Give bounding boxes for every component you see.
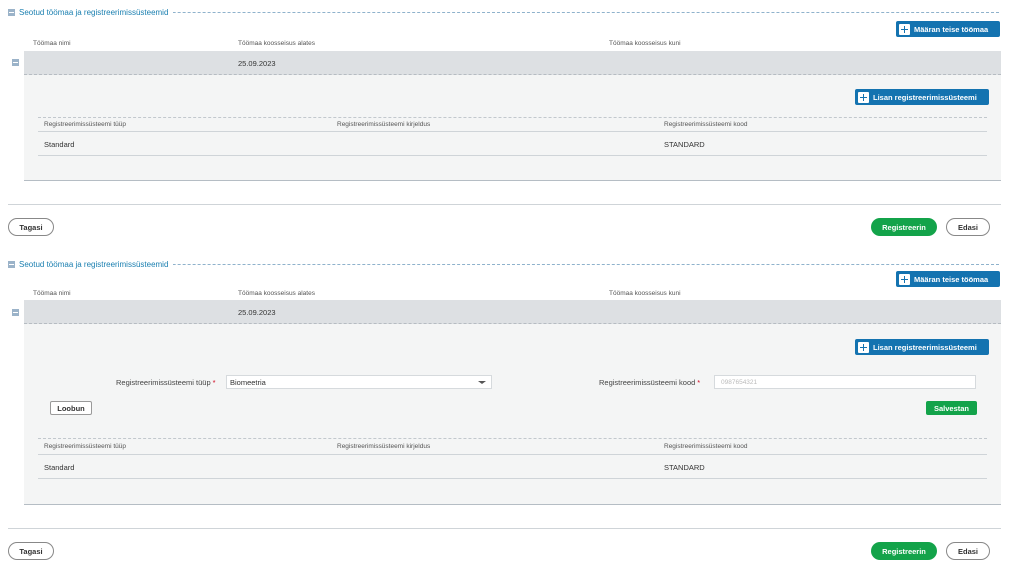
section-title: Seotud töömaa ja registreerimissüsteemid bbox=[19, 7, 169, 17]
sub-table-top-border bbox=[38, 438, 987, 439]
next-button[interactable]: Edasi bbox=[946, 542, 990, 560]
worksite-from-date: 25.09.2023 bbox=[238, 59, 276, 68]
system-code-cell: STANDARD bbox=[664, 140, 705, 149]
sub-column-code: Registreerimissüsteemi kood bbox=[664, 121, 748, 128]
add-registration-system-button[interactable]: Lisan registreerimissüsteemi bbox=[855, 89, 989, 105]
panel-2: Seotud töömaa ja registreerimissüsteemid… bbox=[0, 252, 1017, 565]
next-button[interactable]: Edasi bbox=[946, 218, 990, 236]
system-type-label-text: Registreerimissüsteemi tüüp bbox=[116, 378, 211, 387]
register-button[interactable]: Registreerin bbox=[871, 218, 937, 236]
system-type-cell: Standard bbox=[44, 463, 75, 472]
sub-table-header-border bbox=[38, 131, 987, 132]
cancel-button[interactable]: Loobun bbox=[50, 401, 92, 415]
sub-column-type: Registreerimissüsteemi tüüp bbox=[44, 443, 127, 450]
assign-other-worksite-button[interactable]: Määran teise töömaa bbox=[896, 271, 1000, 287]
system-code-label: Registreerimissüsteemi kood * bbox=[599, 378, 700, 387]
system-type-value: Biomeetria bbox=[230, 377, 266, 387]
sub-table-row-border bbox=[38, 155, 987, 156]
collapse-icon[interactable] bbox=[8, 260, 15, 268]
collapse-row-icon[interactable] bbox=[12, 309, 19, 316]
plus-icon bbox=[899, 23, 910, 35]
footer-divider bbox=[8, 204, 1001, 205]
worksite-from-date: 25.09.2023 bbox=[238, 308, 276, 317]
add-registration-system-label: Lisan registreerimissüsteemi bbox=[873, 92, 977, 102]
register-button[interactable]: Registreerin bbox=[871, 542, 937, 560]
plus-icon bbox=[899, 273, 910, 285]
back-button[interactable]: Tagasi bbox=[8, 218, 54, 236]
footer-divider bbox=[8, 528, 1001, 529]
sub-column-description: Registreerimissüsteemi kirjeldus bbox=[337, 443, 431, 450]
section-header[interactable]: Seotud töömaa ja registreerimissüsteemid bbox=[8, 258, 174, 270]
column-header-until: Töömaa koosseisus kuni bbox=[609, 40, 681, 47]
collapse-row-icon[interactable] bbox=[12, 59, 19, 66]
sub-column-type: Registreerimissüsteemi tüüp bbox=[44, 121, 127, 128]
add-registration-system-label: Lisan registreerimissüsteemi bbox=[873, 342, 977, 352]
worksite-row[interactable]: 25.09.2023 bbox=[24, 51, 1001, 75]
required-marker: * bbox=[697, 378, 701, 387]
system-type-label: Registreerimissüsteemi tüüp * bbox=[116, 378, 216, 387]
column-header-from: Töömaa koosseisus alates bbox=[238, 290, 315, 297]
chevron-down-icon[interactable] bbox=[478, 381, 486, 384]
sub-table-header-border bbox=[38, 454, 987, 455]
sub-table-row-border bbox=[38, 478, 987, 479]
column-header-from: Töömaa koosseisus alates bbox=[238, 40, 315, 47]
column-header-until: Töömaa koosseisus kuni bbox=[609, 290, 681, 297]
column-header-worksite-name: Töömaa nimi bbox=[33, 40, 71, 47]
system-code-cell: STANDARD bbox=[664, 463, 705, 472]
required-marker: * bbox=[212, 378, 216, 387]
assign-other-worksite-button[interactable]: Määran teise töömaa bbox=[896, 21, 1000, 37]
section-title: Seotud töömaa ja registreerimissüsteemid bbox=[19, 259, 169, 269]
worksite-row[interactable]: 25.09.2023 bbox=[24, 300, 1001, 324]
system-type-cell: Standard bbox=[44, 140, 75, 149]
worksite-detail: 25.09.2023 Lisan registreerimissüsteemi … bbox=[24, 300, 1001, 505]
assign-other-worksite-label: Määran teise töömaa bbox=[914, 274, 989, 284]
system-code-input[interactable]: 0987654321 bbox=[714, 375, 976, 389]
system-type-select[interactable]: Biomeetria bbox=[226, 375, 492, 389]
sub-table-top-border bbox=[38, 117, 987, 118]
worksite-detail: 25.09.2023 Lisan registreerimissüsteemi … bbox=[24, 51, 1001, 181]
back-button[interactable]: Tagasi bbox=[8, 542, 54, 560]
collapse-icon[interactable] bbox=[8, 8, 15, 16]
assign-other-worksite-label: Määran teise töömaa bbox=[914, 24, 989, 34]
system-code-label-text: Registreerimissüsteemi kood bbox=[599, 378, 696, 387]
sub-column-code: Registreerimissüsteemi kood bbox=[664, 443, 748, 450]
plus-icon bbox=[858, 91, 869, 103]
plus-icon bbox=[858, 341, 869, 353]
sub-column-description: Registreerimissüsteemi kirjeldus bbox=[337, 121, 431, 128]
panel-1: Seotud töömaa ja registreerimissüsteemid… bbox=[0, 0, 1017, 242]
save-button[interactable]: Salvestan bbox=[926, 401, 977, 415]
add-registration-system-button[interactable]: Lisan registreerimissüsteemi bbox=[855, 339, 989, 355]
section-header[interactable]: Seotud töömaa ja registreerimissüsteemid bbox=[8, 6, 174, 18]
column-header-worksite-name: Töömaa nimi bbox=[33, 290, 71, 297]
